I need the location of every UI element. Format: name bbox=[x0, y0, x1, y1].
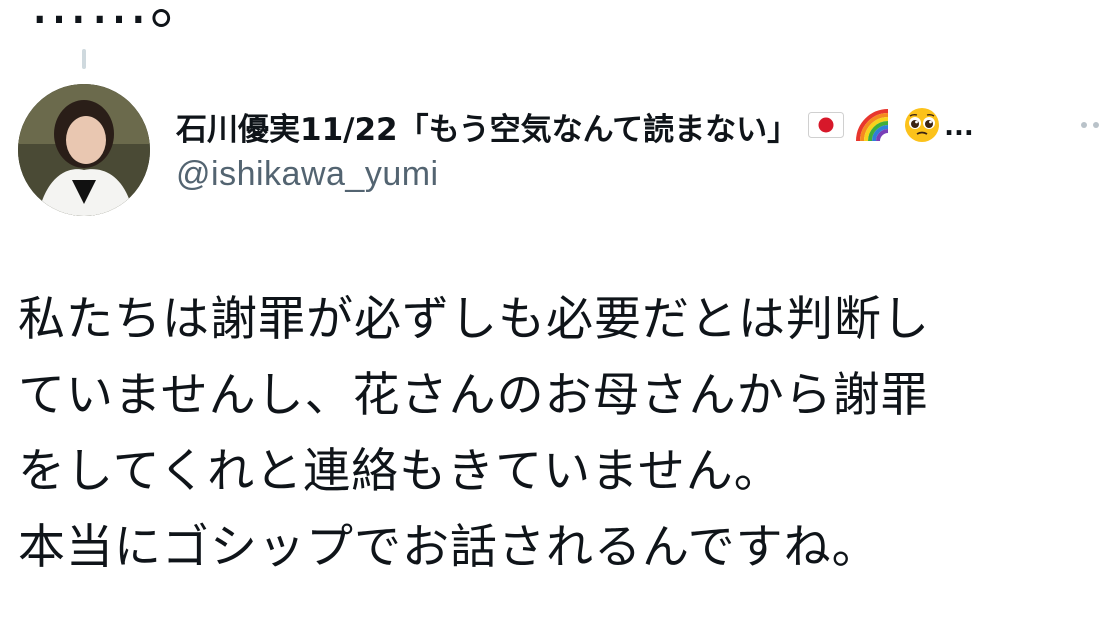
display-name[interactable]: 石川優実11/22「もう空気なんて読まない」 bbox=[176, 104, 798, 149]
name-truncation: ... bbox=[944, 111, 974, 142]
tweet-text-line: 私たちは謝罪が必ずしも必要だとは判断し bbox=[18, 292, 930, 347]
avatar[interactable] bbox=[18, 84, 150, 216]
more-options-icon[interactable] bbox=[1081, 118, 1111, 132]
tweet-text-line: ていませんし、花さんのお母さんから謝罪 bbox=[18, 368, 929, 423]
tweet-text-line: をしてくれと連絡もきていません。 bbox=[18, 444, 782, 499]
display-name-row[interactable]: 石川優実11/22「もう空気なんて読まない」 ... bbox=[176, 104, 1071, 149]
rainbow-icon bbox=[854, 107, 894, 147]
avatar-photo-icon bbox=[18, 84, 150, 216]
previous-tweet-fragment: ……。 bbox=[30, 0, 211, 37]
flag-japan-icon bbox=[808, 111, 845, 142]
tweet-header: 石川優実11/22「もう空気なんて読まない」 ... @ishikawa_yum… bbox=[176, 104, 1071, 194]
pleading-face-icon bbox=[904, 107, 940, 147]
handle[interactable]: @ishikawa_yumi bbox=[176, 155, 1071, 194]
tweet-text-line: 本当にゴシップでお話されるんですね。 bbox=[18, 520, 880, 575]
thread-connector-line bbox=[82, 49, 86, 69]
tweet-body: 私たちは謝罪が必ずしも必要だとは判断し ていませんし、花さんのお母さんから謝罪 … bbox=[18, 282, 1108, 586]
